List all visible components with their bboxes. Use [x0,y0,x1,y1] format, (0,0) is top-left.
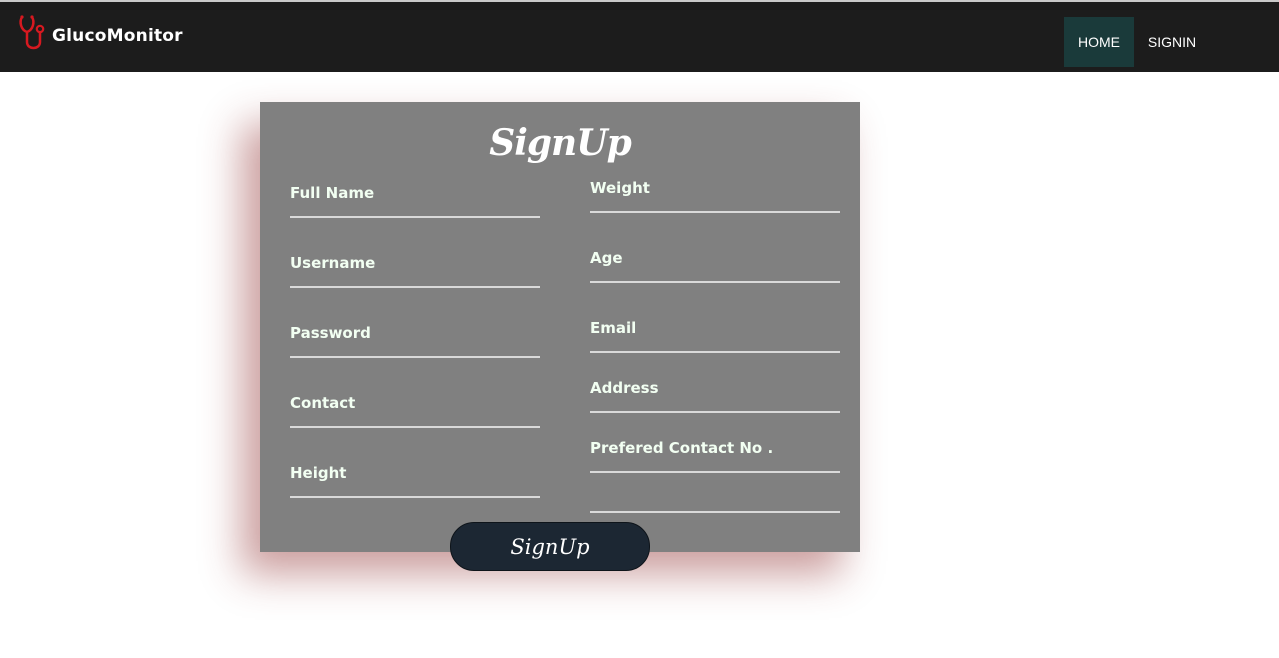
extra-field [590,477,844,513]
signup-button[interactable]: SignUp [450,522,650,571]
age-input[interactable] [590,251,844,281]
contact-input[interactable] [290,396,544,426]
brand-name: GlucoMonitor [52,26,183,46]
password-field: Password [290,322,544,358]
height-field: Height [290,462,544,498]
full-name-field: Full Name [290,182,544,218]
signup-card: SignUp Full Name Username Password Conta… [260,102,860,552]
height-input[interactable] [290,466,544,496]
weight-input[interactable] [590,181,844,211]
preferred-contact-field: Prefered Contact No . [590,437,844,473]
email-field: Email [590,317,844,353]
username-input[interactable] [290,256,544,286]
address-field: Address [590,377,844,413]
address-input[interactable] [590,381,844,411]
navbar: GlucoMonitor HOME SIGNIN [0,2,1279,72]
stethoscope-icon [19,15,45,50]
signup-title: SignUp [489,122,632,164]
age-field: Age [590,247,844,283]
nav-signin-link[interactable]: SIGNIN [1138,17,1206,67]
preferred-contact-input[interactable] [590,441,844,471]
weight-field: Weight [590,177,844,213]
nav-home-link[interactable]: HOME [1064,17,1134,67]
contact-field: Contact [290,392,544,428]
full-name-input[interactable] [290,186,544,216]
brand-logo[interactable]: GlucoMonitor [18,14,183,54]
username-field: Username [290,252,544,288]
extra-input[interactable] [590,481,844,511]
email-input[interactable] [590,321,844,351]
password-input[interactable] [290,326,544,356]
